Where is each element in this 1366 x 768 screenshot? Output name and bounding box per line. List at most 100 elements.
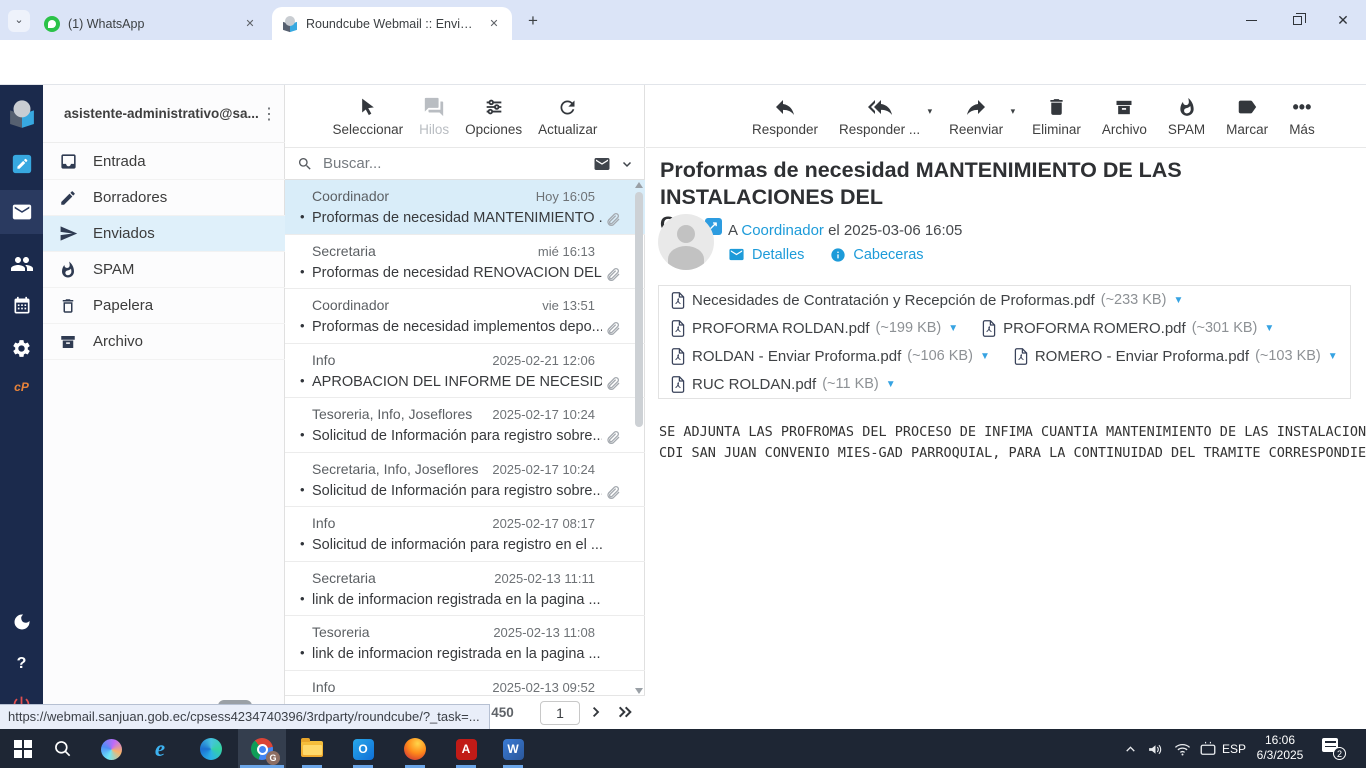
message-row[interactable]: Info2025-02-21 12:06 •APROBACION DEL INF… xyxy=(285,344,645,399)
last-page-icon[interactable] xyxy=(615,704,635,720)
unread-dot: • xyxy=(300,318,305,333)
scroll-up-icon[interactable] xyxy=(635,182,643,188)
tab-roundcube[interactable]: Roundcube Webmail :: Enviados ✕ xyxy=(272,7,512,40)
acrobat-icon[interactable]: A xyxy=(454,737,478,761)
forward-menu-caret-icon[interactable]: ▾ xyxy=(1011,106,1016,117)
mail-nav-button[interactable] xyxy=(0,190,43,234)
help-button[interactable]: ? xyxy=(0,643,43,685)
list-scrollbar[interactable] xyxy=(634,182,644,694)
notification-center-icon[interactable]: 2 xyxy=(1322,738,1342,756)
tab-search-icon[interactable]: ⌄ xyxy=(8,10,30,32)
message-row[interactable]: Secretaria, Info, Joseflores2025-02-17 1… xyxy=(285,453,645,508)
scrollbar-thumb[interactable] xyxy=(635,192,643,427)
tray-clock[interactable]: 16:06 6/3/2025 xyxy=(1248,733,1312,763)
archive-button[interactable]: Archivo xyxy=(1102,94,1147,137)
search-input[interactable] xyxy=(323,155,593,172)
connect-display-icon[interactable] xyxy=(1196,737,1220,761)
options-button[interactable]: Opciones xyxy=(465,94,522,137)
recipient-link[interactable]: Coordinador xyxy=(741,222,824,239)
message-row[interactable]: Tesoreria, Info, Joseflores2025-02-17 10… xyxy=(285,398,645,453)
spam-button[interactable]: SPAM xyxy=(1168,94,1205,137)
attachment-item[interactable]: PROFORMA ROMERO.pdf (~301 KB) ▼ xyxy=(982,320,1274,337)
trash-icon xyxy=(1046,94,1067,120)
attachment-menu-caret-icon[interactable]: ▼ xyxy=(886,379,896,390)
attachment-item[interactable]: PROFORMA ROLDAN.pdf (~199 KB) ▼ xyxy=(671,320,958,337)
contacts-nav-button[interactable] xyxy=(0,243,43,285)
delete-button[interactable]: Eliminar xyxy=(1032,94,1081,137)
unread-dot: • xyxy=(300,536,305,551)
new-tab-button[interactable]: + xyxy=(522,10,544,32)
sidebar-item-papelera[interactable]: Papelera xyxy=(43,288,285,324)
archive-icon xyxy=(1114,94,1134,120)
select-button[interactable]: Seleccionar xyxy=(333,94,404,137)
cpanel-link[interactable]: cP xyxy=(0,366,43,408)
word-icon[interactable]: W xyxy=(501,737,525,761)
attachment-item[interactable]: ROLDAN - Enviar Proforma.pdf (~106 KB) ▼ xyxy=(671,348,990,365)
notification-badge: 2 xyxy=(1333,747,1346,760)
copilot-icon[interactable] xyxy=(99,737,123,761)
close-tab-icon[interactable]: ✕ xyxy=(486,16,502,32)
more-button[interactable]: ••• Más xyxy=(1289,94,1315,137)
firefox-icon[interactable] xyxy=(403,737,427,761)
minimize-button[interactable] xyxy=(1228,0,1274,40)
message-row[interactable]: Secretariamié 16:13 •Proformas de necesi… xyxy=(285,235,645,290)
message-row[interactable]: Secretaria2025-02-13 11:11 •link de info… xyxy=(285,562,645,617)
dark-mode-toggle[interactable] xyxy=(0,601,43,643)
tab-whatsapp[interactable]: (1) WhatsApp ✕ xyxy=(36,8,266,40)
scroll-down-icon[interactable] xyxy=(635,688,643,694)
close-tab-icon[interactable]: ✕ xyxy=(242,16,258,32)
sidebar-item-spam[interactable]: SPAM xyxy=(43,252,285,288)
attachment-item[interactable]: RUC ROLDAN.pdf (~11 KB) ▼ xyxy=(671,376,896,393)
internet-explorer-icon[interactable]: e xyxy=(148,737,172,761)
calendar-nav-button[interactable] xyxy=(0,285,43,327)
sidebar-item-enviados[interactable]: Enviados xyxy=(43,216,285,252)
page-number-input[interactable]: 1 xyxy=(540,701,580,725)
account-menu-icon[interactable]: ⋮ xyxy=(261,104,277,124)
threads-button[interactable]: Hilos xyxy=(419,94,449,137)
language-indicator[interactable]: ESP xyxy=(1222,729,1246,768)
mark-button[interactable]: Marcar xyxy=(1226,94,1268,137)
search-options-chevron-icon[interactable] xyxy=(621,158,633,170)
attachment-menu-caret-icon[interactable]: ▼ xyxy=(980,351,990,362)
attachment-menu-caret-icon[interactable]: ▼ xyxy=(1173,295,1183,306)
reply-all-button[interactable]: Responder ... ▾ xyxy=(839,94,920,137)
body-line-2: CDI SAN JUAN CONVENIO MIES-GAD PARROQUIA… xyxy=(659,443,1366,464)
forward-button[interactable]: Reenviar ▾ xyxy=(949,94,1003,137)
details-link[interactable]: Detalles xyxy=(752,247,804,263)
settings-nav-button[interactable] xyxy=(0,327,43,369)
sliders-icon xyxy=(483,94,505,120)
taskbar-search-icon[interactable] xyxy=(51,737,75,761)
refresh-button[interactable]: Actualizar xyxy=(538,94,597,137)
message-row[interactable]: Coordinadorvie 13:51 •Proformas de neces… xyxy=(285,289,645,344)
attachment-menu-caret-icon[interactable]: ▼ xyxy=(1328,351,1338,362)
edge-icon[interactable] xyxy=(199,737,223,761)
outlook-icon[interactable]: O xyxy=(351,737,375,761)
reply-menu-caret-icon[interactable]: ▾ xyxy=(928,106,933,117)
account-name: asistente-administrativo@sa... xyxy=(64,106,264,121)
close-window-button[interactable]: ✕ xyxy=(1320,0,1366,40)
restore-button[interactable] xyxy=(1274,0,1320,40)
attachment-item[interactable]: ROMERO - Enviar Proforma.pdf (~103 KB) ▼ xyxy=(1014,348,1338,365)
sidebar-item-archivo[interactable]: Archivo xyxy=(43,324,285,360)
sidebar-item-borradores[interactable]: Borradores xyxy=(43,180,285,216)
message-row[interactable]: CoordinadorHoy 16:05 •Proformas de neces… xyxy=(285,180,645,235)
attachment-menu-caret-icon[interactable]: ▼ xyxy=(948,323,958,334)
start-button[interactable] xyxy=(11,737,35,761)
reply-button[interactable]: Responder xyxy=(752,94,818,137)
message-row[interactable]: Info2025-02-17 08:17 •Solicitud de infor… xyxy=(285,507,645,562)
compose-button[interactable] xyxy=(0,143,43,185)
search-bar xyxy=(285,148,645,180)
file-explorer-icon[interactable] xyxy=(300,737,324,761)
attachment-menu-caret-icon[interactable]: ▼ xyxy=(1264,323,1274,334)
attachment-item[interactable]: Necesidades de Contratación y Recepción … xyxy=(671,292,1183,309)
volume-icon[interactable] xyxy=(1143,737,1167,761)
wifi-icon[interactable] xyxy=(1170,737,1194,761)
message-row[interactable]: Tesoreria2025-02-13 11:08 •link de infor… xyxy=(285,616,645,671)
next-page-icon[interactable] xyxy=(588,704,603,720)
mail-body: SE ADJUNTA LAS PROFROMAS DEL PROCESO DE … xyxy=(659,422,1366,464)
search-scope-mail-icon[interactable] xyxy=(593,155,611,173)
sidebar-item-entrada[interactable]: Entrada xyxy=(43,144,285,180)
headers-link[interactable]: Cabeceras xyxy=(853,247,923,263)
roundcube-logo[interactable] xyxy=(0,93,43,135)
tray-chevron-up-icon[interactable] xyxy=(1118,737,1142,761)
